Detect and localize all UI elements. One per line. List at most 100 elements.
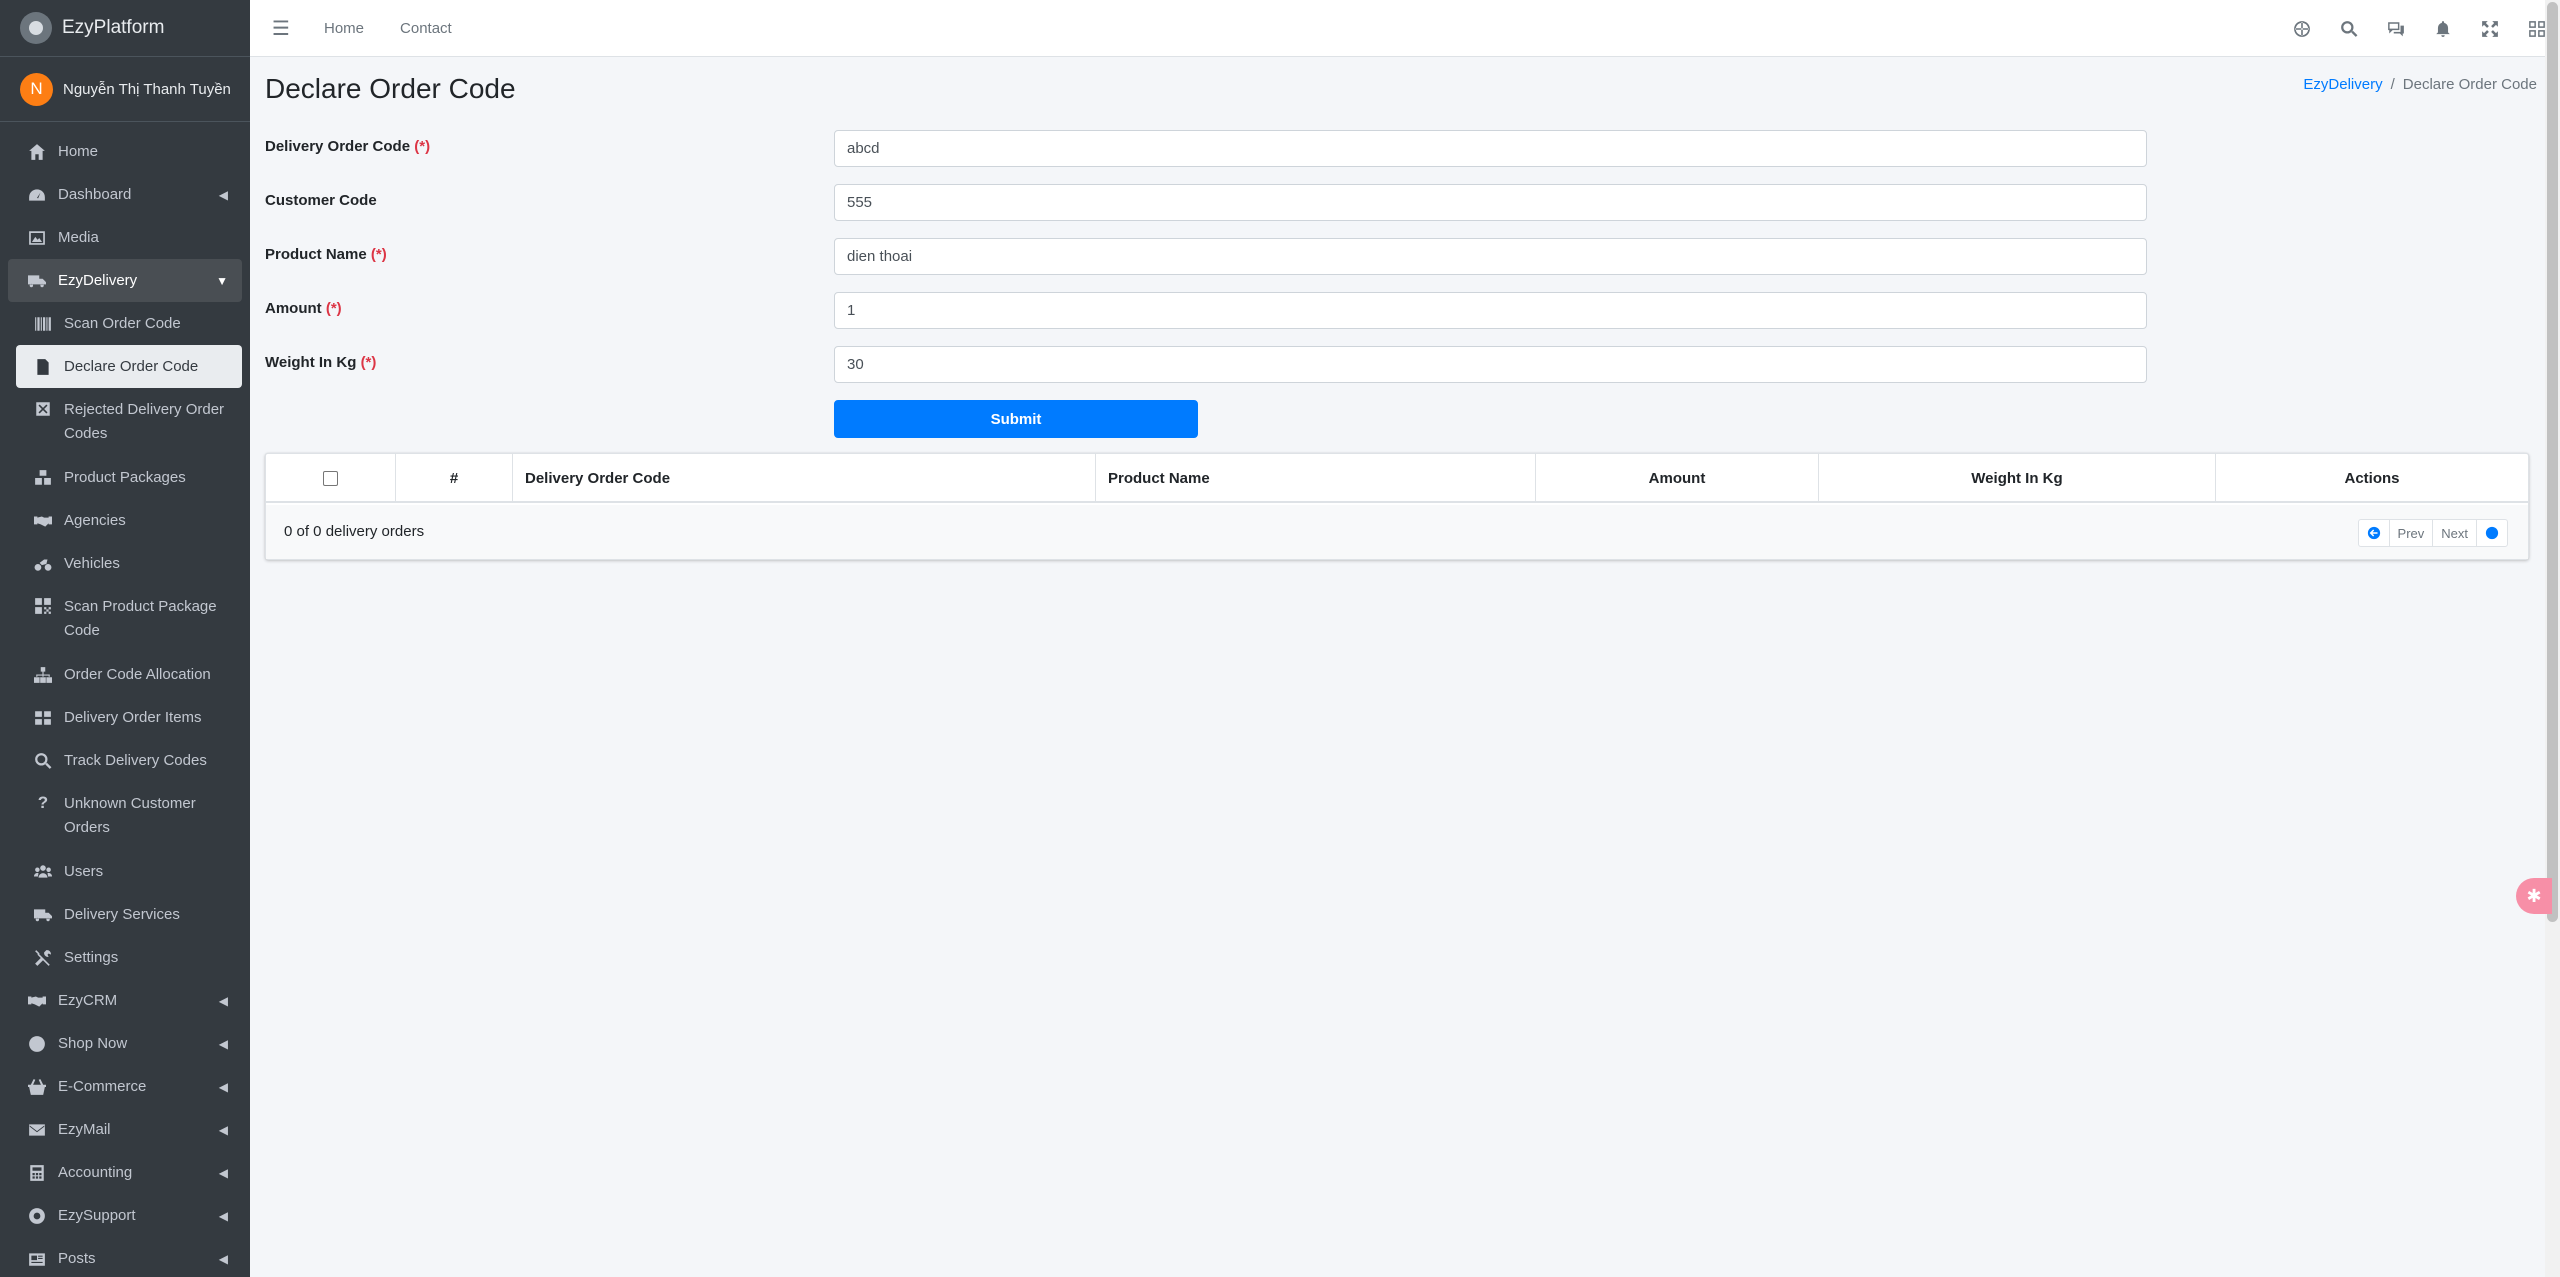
sidebar-item-label: Track Delivery Codes <box>64 751 207 769</box>
customer-code-input[interactable] <box>834 184 2147 221</box>
sidebar-item-label: Product Packages <box>64 468 186 486</box>
brand-link[interactable]: EzyPlatform <box>0 0 250 57</box>
sidebar-item-ecommerce[interactable]: E-Commerce ◀ <box>8 1065 242 1108</box>
submit-button[interactable]: Submit <box>834 400 1198 438</box>
breadcrumb-separator: / <box>2390 76 2395 93</box>
sidebar-item-label: EzyCRM <box>58 992 118 1009</box>
pagination: Prev Next <box>2357 519 2508 547</box>
chevron-left-icon: ◀ <box>218 1036 228 1051</box>
globe-icon[interactable] <box>2278 0 2325 57</box>
product-name-input[interactable] <box>834 238 2147 275</box>
table-header: # Delivery Order Code Product Name Amoun… <box>266 454 2528 503</box>
chevron-left-icon: ◀ <box>218 1165 228 1180</box>
sidebar-nav-bottom: EzyCRM ◀ Shop Now ◀ E-Commerce ◀ EzyMail… <box>0 979 250 1277</box>
sidebar-item-product-packages[interactable]: Product Packages <box>16 456 242 499</box>
sidebar-item-users[interactable]: Users <box>16 850 242 893</box>
column-header-index[interactable]: # <box>396 454 513 503</box>
label-text: Product Name <box>265 246 367 263</box>
sidebar-item-dashboard[interactable]: Dashboard ◀ <box>8 173 242 216</box>
weight-input[interactable] <box>834 346 2147 383</box>
sidebar-item-delivery-order-items[interactable]: Delivery Order Items <box>16 696 242 739</box>
column-header-product-name[interactable]: Product Name <box>1096 454 1536 503</box>
sidebar-item-order-code-allocation[interactable]: Order Code Allocation <box>16 653 242 696</box>
column-header-weight[interactable]: Weight In Kg <box>1819 454 2216 503</box>
sidebar-item-ezydelivery[interactable]: EzyDelivery ▼ <box>8 259 242 302</box>
barcode-icon <box>32 315 54 333</box>
sidebar-item-agencies[interactable]: Agencies <box>16 499 242 542</box>
delivery-order-code-input[interactable] <box>834 130 2147 167</box>
scrollbar-thumb[interactable] <box>2547 2 2558 922</box>
chevron-left-icon: ◀ <box>218 1122 228 1137</box>
sidebar-item-label: Order Code Allocation <box>64 665 211 683</box>
sidebar-item-label: Users <box>64 862 104 880</box>
file-icon <box>32 358 54 376</box>
sidebar-item-ezysupport[interactable]: EzySupport ◀ <box>8 1194 242 1237</box>
fullscreen-icon[interactable] <box>2466 0 2513 57</box>
sidebar-item-label: Accounting <box>58 1164 133 1181</box>
sidebar: EzyPlatform N Nguyễn Thị Thanh Tuyền Hom… <box>0 0 250 1277</box>
sidebar-item-vehicles[interactable]: Vehicles <box>16 542 242 585</box>
nav-link-contact[interactable]: Contact <box>400 20 452 37</box>
main-content: Declare Order Code EzyDelivery / Declare O… <box>250 57 2545 1277</box>
basket-icon <box>26 1078 48 1096</box>
sidebar-item-settings[interactable]: Settings <box>16 936 242 979</box>
amount-input[interactable] <box>834 292 2147 329</box>
sidebar-item-accounting[interactable]: Accounting ◀ <box>8 1151 242 1194</box>
sidebar-item-label: EzyDelivery <box>58 272 138 289</box>
comments-icon[interactable] <box>2372 0 2419 57</box>
search-icon[interactable] <box>2325 0 2372 57</box>
sidebar-item-track-delivery-codes[interactable]: Track Delivery Codes <box>16 739 242 782</box>
sidebar-item-label: Dashboard <box>58 186 132 203</box>
sidebar-item-ezycrm[interactable]: EzyCRM ◀ <box>8 979 242 1022</box>
prev-button[interactable]: Prev <box>2390 520 2434 546</box>
motorcycle-icon <box>32 555 54 573</box>
sidebar-item-posts[interactable]: Posts ◀ <box>8 1237 242 1277</box>
sidebar-item-label: Media <box>58 229 99 246</box>
column-header-amount[interactable]: Amount <box>1536 454 1819 503</box>
sidebar-item-declare-order-code[interactable]: Declare Order Code <box>16 345 242 388</box>
sidebar-item-home[interactable]: Home <box>8 130 242 173</box>
form-row-customer-code: Customer Code <box>265 184 2165 221</box>
user-panel[interactable]: N Nguyễn Thị Thanh Tuyền <box>0 57 250 122</box>
sidebar-item-shop-now[interactable]: Shop Now ◀ <box>8 1022 242 1065</box>
chevron-down-icon: ▼ <box>216 273 228 288</box>
customer-code-label: Customer Code <box>265 192 377 209</box>
last-page-button[interactable] <box>2477 520 2507 546</box>
form-row-product-name: Product Name (*) <box>265 238 2165 275</box>
sidebar-item-label: Agencies <box>64 511 126 529</box>
brand-logo-icon <box>20 12 52 44</box>
sidebar-item-unknown-customer-orders[interactable]: ? Unknown Customer Orders <box>16 782 242 850</box>
record-count: 0 of 0 delivery orders <box>284 523 425 540</box>
delivery-order-code-label: Delivery Order Code (*) <box>265 138 430 155</box>
first-page-button[interactable] <box>2359 520 2390 546</box>
sidebar-item-label: Shop Now <box>58 1035 128 1052</box>
nav-link-home[interactable]: Home <box>324 20 364 37</box>
bell-icon[interactable] <box>2419 0 2466 57</box>
required-marker: (*) <box>360 354 377 371</box>
label-text: Weight In Kg <box>265 354 357 371</box>
users-icon <box>32 863 54 881</box>
sidebar-item-label: Rejected Delivery Order Codes <box>64 401 225 442</box>
next-button[interactable]: Next <box>2433 520 2477 546</box>
scrollbar[interactable] <box>2545 0 2560 1277</box>
delivery-orders-table: # Delivery Order Code Product Name Amoun… <box>265 453 2529 560</box>
sidebar-item-rejected-codes[interactable]: Rejected Delivery Order Codes <box>16 388 242 456</box>
column-header-delivery-order-code[interactable]: Delivery Order Code <box>513 454 1096 503</box>
sidebar-item-delivery-services[interactable]: Delivery Services <box>16 893 242 936</box>
menu-toggle-icon[interactable]: ☰ <box>256 16 306 41</box>
arrow-circle-right-icon <box>2485 526 2499 540</box>
translate-widget-icon[interactable]: ✱ <box>2516 878 2552 914</box>
sidebar-item-scan-order-code[interactable]: Scan Order Code <box>16 302 242 345</box>
sidebar-item-media[interactable]: Media <box>8 216 242 259</box>
user-name: Nguyễn Thị Thanh Tuyền <box>63 80 231 98</box>
select-all-cell <box>266 454 396 503</box>
lifering-icon <box>26 1207 48 1225</box>
top-navbar: ☰ Home Contact <box>250 0 2560 57</box>
sidebar-item-ezymail[interactable]: EzyMail ◀ <box>8 1108 242 1151</box>
chevron-left-icon: ◀ <box>218 993 228 1008</box>
calculator-icon <box>26 1164 48 1182</box>
breadcrumb-link-ezydelivery[interactable]: EzyDelivery <box>2303 76 2382 93</box>
select-all-checkbox[interactable] <box>323 471 338 486</box>
sidebar-item-scan-product-package-code[interactable]: Scan Product Package Code <box>16 585 242 653</box>
chevron-left-icon: ◀ <box>218 1208 228 1223</box>
